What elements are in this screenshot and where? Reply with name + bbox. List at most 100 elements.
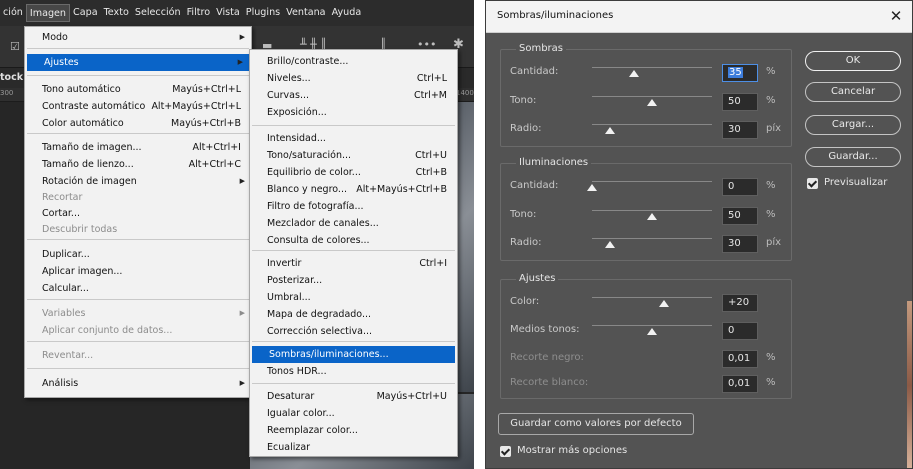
menubar-item-plugins[interactable]: Plugins bbox=[243, 4, 283, 22]
menu-separator bbox=[27, 299, 249, 300]
shadows-radius-slider-thumb[interactable] bbox=[605, 127, 615, 134]
close-icon[interactable]: ✕ bbox=[887, 7, 905, 25]
menu-item-tamano-de-lienzo[interactable]: Tamaño de lienzo... Alt+Ctrl+C bbox=[25, 156, 251, 173]
adjustments-midtones-row: Medios tonos: 0 bbox=[486, 321, 786, 341]
menu-item-aplicar-imagen[interactable]: Aplicar imagen... bbox=[25, 263, 251, 280]
adjustments-midtones-label: Medios tonos: bbox=[510, 324, 580, 335]
adjustments-midtones-value: 0 bbox=[728, 325, 735, 336]
highlights-radius-slider-thumb[interactable] bbox=[605, 241, 615, 248]
shadows-tone-input[interactable]: 50 bbox=[722, 93, 758, 111]
menu-item-tonos-hdr[interactable]: Tonos HDR... bbox=[250, 363, 457, 380]
menu-item-posterizar[interactable]: Posterizar... bbox=[250, 272, 457, 289]
menu-item-tamano-de-imagen[interactable]: Tamaño de imagen... Alt+Ctrl+I bbox=[25, 139, 251, 156]
menu-item-sombras-iluminaciones[interactable]: Sombras/iluminaciones... bbox=[252, 346, 455, 363]
menu-item-contraste-automatico[interactable]: Contraste automático Alt+Mayús+Ctrl+L bbox=[25, 98, 251, 115]
document-tab-label[interactable]: tock bbox=[0, 72, 23, 83]
menu-item-tono-saturacion[interactable]: Tono/saturación... Ctrl+U bbox=[250, 147, 457, 164]
menu-item-cortar[interactable]: Cortar... bbox=[25, 205, 251, 222]
menu-item-label: Igualar color... bbox=[267, 408, 335, 419]
shadows-amount-slider-track[interactable] bbox=[592, 67, 712, 68]
menu-item-invertir[interactable]: Invertir Ctrl+I bbox=[250, 255, 457, 272]
adjustments-color-slider-track[interactable] bbox=[592, 297, 712, 298]
menubar-item-vista[interactable]: Vista bbox=[213, 4, 243, 22]
adjustments-midtones-slider-track[interactable] bbox=[592, 325, 712, 326]
menu-item-blanco-y-negro[interactable]: Blanco y negro... Alt+Mayús+Ctrl+B bbox=[250, 181, 457, 198]
menu-separator bbox=[252, 125, 455, 126]
menubar-item-seleccion[interactable]: Selección bbox=[132, 4, 184, 22]
menu-item-curvas[interactable]: Curvas... Ctrl+M bbox=[250, 87, 457, 104]
menu-item-calcular[interactable]: Calcular... bbox=[25, 280, 251, 297]
shadows-tone-slider-track[interactable] bbox=[592, 96, 712, 97]
menu-item-descubrir-todas[interactable]: Descubrir todas bbox=[25, 221, 251, 238]
menu-item-duplicar[interactable]: Duplicar... bbox=[25, 246, 251, 263]
menubar-item-ventana[interactable]: Ventana bbox=[283, 4, 328, 22]
checkbox-icon[interactable]: ☑ bbox=[10, 40, 20, 53]
menubar-item-filtro[interactable]: Filtro bbox=[184, 4, 214, 22]
adjustments-midtones-input[interactable]: 0 bbox=[722, 322, 758, 340]
shadows-radius-slider-track[interactable] bbox=[592, 124, 712, 125]
preview-checkbox[interactable] bbox=[807, 178, 818, 189]
highlights-radius-input[interactable]: 30 bbox=[722, 235, 758, 253]
load-button[interactable]: Cargar... bbox=[805, 115, 901, 135]
menu-item-intensidad[interactable]: Intensidad... bbox=[250, 130, 457, 147]
menu-item-reventar[interactable]: Reventar... bbox=[25, 347, 251, 364]
menu-item-ecualizar[interactable]: Ecualizar bbox=[250, 439, 457, 456]
menubar-item-seleccion-partial[interactable]: ción bbox=[0, 4, 26, 22]
menu-item-shortcut: Mayús+Ctrl+U bbox=[376, 391, 447, 402]
menubar-item-ayuda[interactable]: Ayuda bbox=[329, 4, 365, 22]
menu-item-equilibrio-de-color[interactable]: Equilibrio de color... Ctrl+B bbox=[250, 164, 457, 181]
menu-item-color-automatico[interactable]: Color automático Mayús+Ctrl+B bbox=[25, 115, 251, 132]
menu-item-rotacion-de-imagen[interactable]: Rotación de imagen ▶ bbox=[25, 173, 251, 190]
menu-item-reemplazar-color[interactable]: Reemplazar color... bbox=[250, 422, 457, 439]
menu-item-niveles[interactable]: Niveles... Ctrl+L bbox=[250, 70, 457, 87]
cancel-button[interactable]: Cancelar bbox=[805, 82, 901, 102]
shadows-amount-slider-thumb[interactable] bbox=[629, 70, 639, 77]
menu-item-consulta-de-colores[interactable]: Consulta de colores... bbox=[250, 232, 457, 249]
save-as-default-button[interactable]: Guardar como valores por defecto bbox=[498, 413, 694, 435]
highlights-amount-input[interactable]: 0 bbox=[722, 178, 758, 196]
menu-item-mapa-de-degradado[interactable]: Mapa de degradado... bbox=[250, 306, 457, 323]
menu-separator bbox=[27, 341, 249, 342]
menu-item-analisis[interactable]: Análisis ▶ bbox=[25, 375, 251, 392]
menu-item-correccion-selectiva[interactable]: Corrección selectiva... bbox=[250, 323, 457, 340]
menu-item-umbral[interactable]: Umbral... bbox=[250, 289, 457, 306]
shadows-radius-input[interactable]: 30 bbox=[722, 121, 758, 139]
menu-item-modo[interactable]: Modo ▶ bbox=[25, 29, 251, 46]
more-options-checkbox[interactable] bbox=[500, 446, 511, 457]
shadows-amount-row: Cantidad: 35% bbox=[486, 63, 786, 83]
highlights-tone-slider-track[interactable] bbox=[592, 210, 712, 211]
adjustments-color-slider-thumb[interactable] bbox=[659, 300, 669, 307]
menu-item-recortar[interactable]: Recortar bbox=[25, 189, 251, 206]
adjustments-midtones-slider-thumb[interactable] bbox=[647, 328, 657, 335]
menu-item-igualar-color[interactable]: Igualar color... bbox=[250, 405, 457, 422]
ok-button[interactable]: OK bbox=[805, 51, 901, 71]
menu-item-tono-automatico[interactable]: Tono automático Mayús+Ctrl+L bbox=[25, 81, 251, 98]
adjustments-black_clip-input[interactable]: 0,01 bbox=[722, 350, 758, 368]
menubar-item-capa[interactable]: Capa bbox=[70, 4, 101, 22]
menu-item-aplicar-conjunto-de-datos[interactable]: Aplicar conjunto de datos... bbox=[25, 322, 251, 339]
highlights-tone-slider-thumb[interactable] bbox=[647, 213, 657, 220]
menu-item-desaturar[interactable]: Desaturar Mayús+Ctrl+U bbox=[250, 388, 457, 405]
highlights-tone-label: Tono: bbox=[510, 209, 537, 220]
save-button[interactable]: Guardar... bbox=[805, 147, 901, 167]
menubar-item-imagen[interactable]: Imagen bbox=[25, 4, 71, 22]
shadows-tone-slider-thumb[interactable] bbox=[647, 99, 657, 106]
menu-item-brillo-contraste[interactable]: Brillo/contraste... bbox=[250, 53, 457, 70]
highlights-tone-input[interactable]: 50 bbox=[722, 207, 758, 225]
highlights-radius-value: 30 bbox=[728, 238, 741, 249]
menu-item-mezclador-de-canales[interactable]: Mezclador de canales... bbox=[250, 215, 457, 232]
shadows-amount-input[interactable]: 35 bbox=[722, 64, 758, 82]
highlights-amount-slider-thumb[interactable] bbox=[587, 184, 597, 191]
menu-item-exposicion[interactable]: Exposición... bbox=[250, 104, 457, 121]
menu-item-filtro-de-fotografia[interactable]: Filtro de fotografía... bbox=[250, 198, 457, 215]
menubar-item-texto[interactable]: Texto bbox=[101, 4, 132, 22]
highlights-radius-slider-track[interactable] bbox=[592, 238, 712, 239]
adjustments-white_clip-input[interactable]: 0,01 bbox=[722, 375, 758, 393]
adjustments-color-input[interactable]: +20 bbox=[722, 294, 758, 312]
highlights-amount-slider-track[interactable] bbox=[592, 181, 712, 182]
menu-item-label: Sombras/iluminaciones... bbox=[269, 349, 389, 360]
adjustments-black_clip-label: Recorte negro: bbox=[510, 352, 584, 363]
menu-item-variables[interactable]: Variables ▶ bbox=[25, 305, 251, 322]
menu-item-label: Mapa de degradado... bbox=[267, 309, 372, 320]
menu-item-ajustes[interactable]: Ajustes ▶ bbox=[27, 54, 249, 71]
